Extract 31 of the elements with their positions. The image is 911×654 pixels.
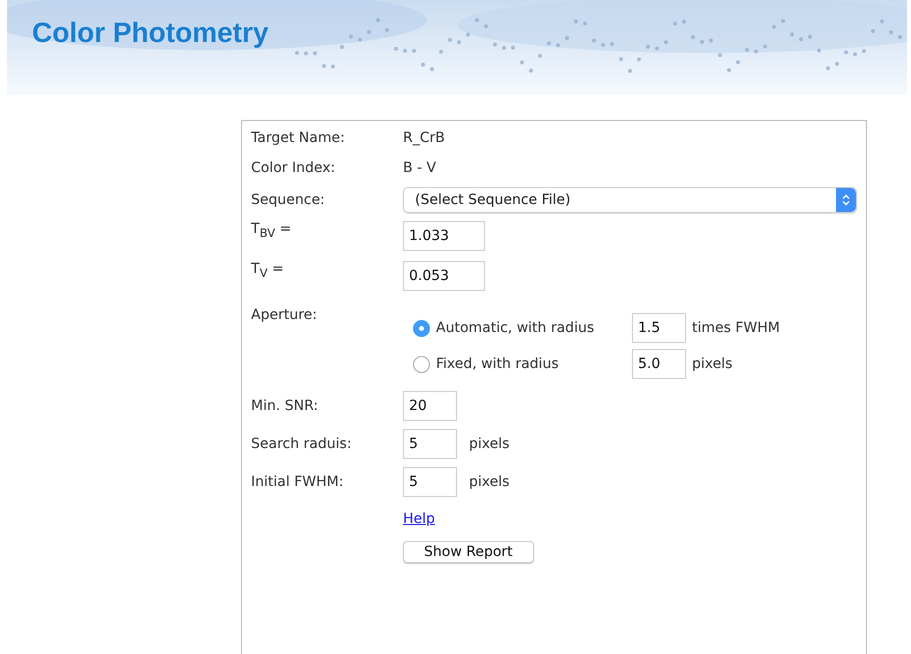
field-label: Sequence:	[251, 192, 326, 208]
field-label: T$_{V}$ =	[251, 261, 285, 280]
field-label: Min. SNR:	[251, 398, 320, 414]
radio-button[interactable]	[413, 320, 430, 336]
sequence-dropdown[interactable]: (Select Sequence File)	[403, 187, 857, 213]
dropdown-arrows-icon	[836, 188, 856, 212]
field-label: Aperture:	[251, 307, 318, 325]
show-report-button[interactable]: Show Report	[403, 541, 534, 563]
input-field[interactable]: 0.053	[403, 261, 485, 291]
field-label: Target Name:	[251, 130, 346, 146]
unit-label: pixels	[469, 436, 510, 452]
input-field[interactable]: 5.0	[632, 349, 686, 379]
radio-button[interactable]	[413, 356, 430, 372]
field-value: R_CrB	[403, 130, 445, 146]
input-field[interactable]: 20	[403, 391, 457, 421]
field-label: Initial FWHM:	[251, 474, 344, 490]
option-label: Fixed, with radius	[436, 356, 560, 372]
option-label: Automatic, with radius	[436, 320, 596, 336]
input-field[interactable]: 1.5	[632, 313, 686, 343]
field-label: Search raduis:	[251, 436, 353, 452]
field-label: Color Index:	[251, 160, 336, 176]
field-value: B - V	[403, 160, 436, 176]
field-label: T$_{BV}$ =	[251, 221, 292, 240]
help-link[interactable]: Help	[403, 511, 435, 527]
input-field[interactable]: 1.033	[403, 221, 485, 251]
page-title: Color Photometry	[31, 16, 268, 49]
unit-label: times FWHM	[692, 320, 780, 336]
unit-label: pixels	[469, 474, 510, 490]
input-field[interactable]: 5	[403, 467, 457, 497]
unit-label: pixels	[692, 356, 732, 372]
input-field[interactable]: 5	[403, 429, 457, 459]
